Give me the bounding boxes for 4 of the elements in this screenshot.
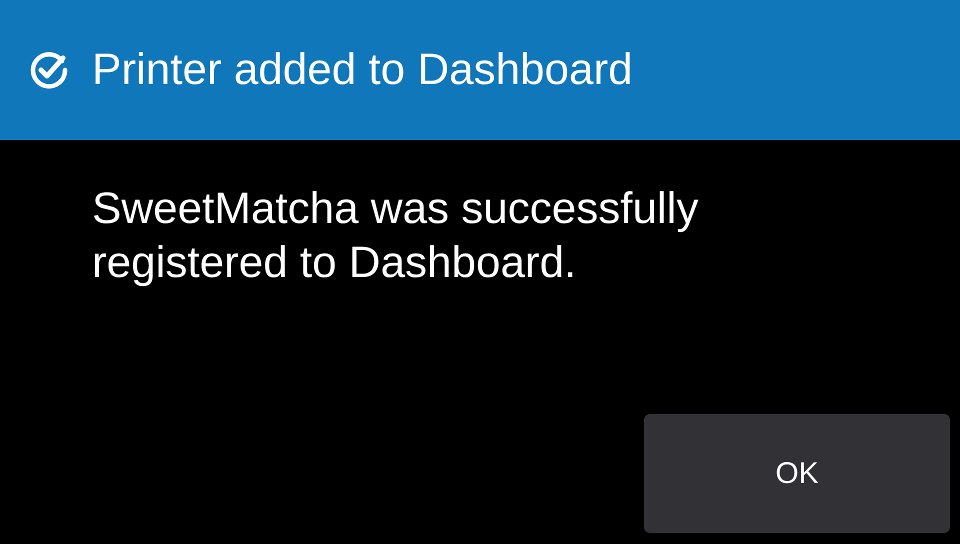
check-circle-icon — [29, 50, 69, 90]
ok-button[interactable]: OK — [644, 414, 950, 533]
message-text: SweetMatcha was successfully registered to Dashboard. — [92, 183, 700, 289]
dialog-title: Printer added to Dashboard — [92, 44, 633, 96]
